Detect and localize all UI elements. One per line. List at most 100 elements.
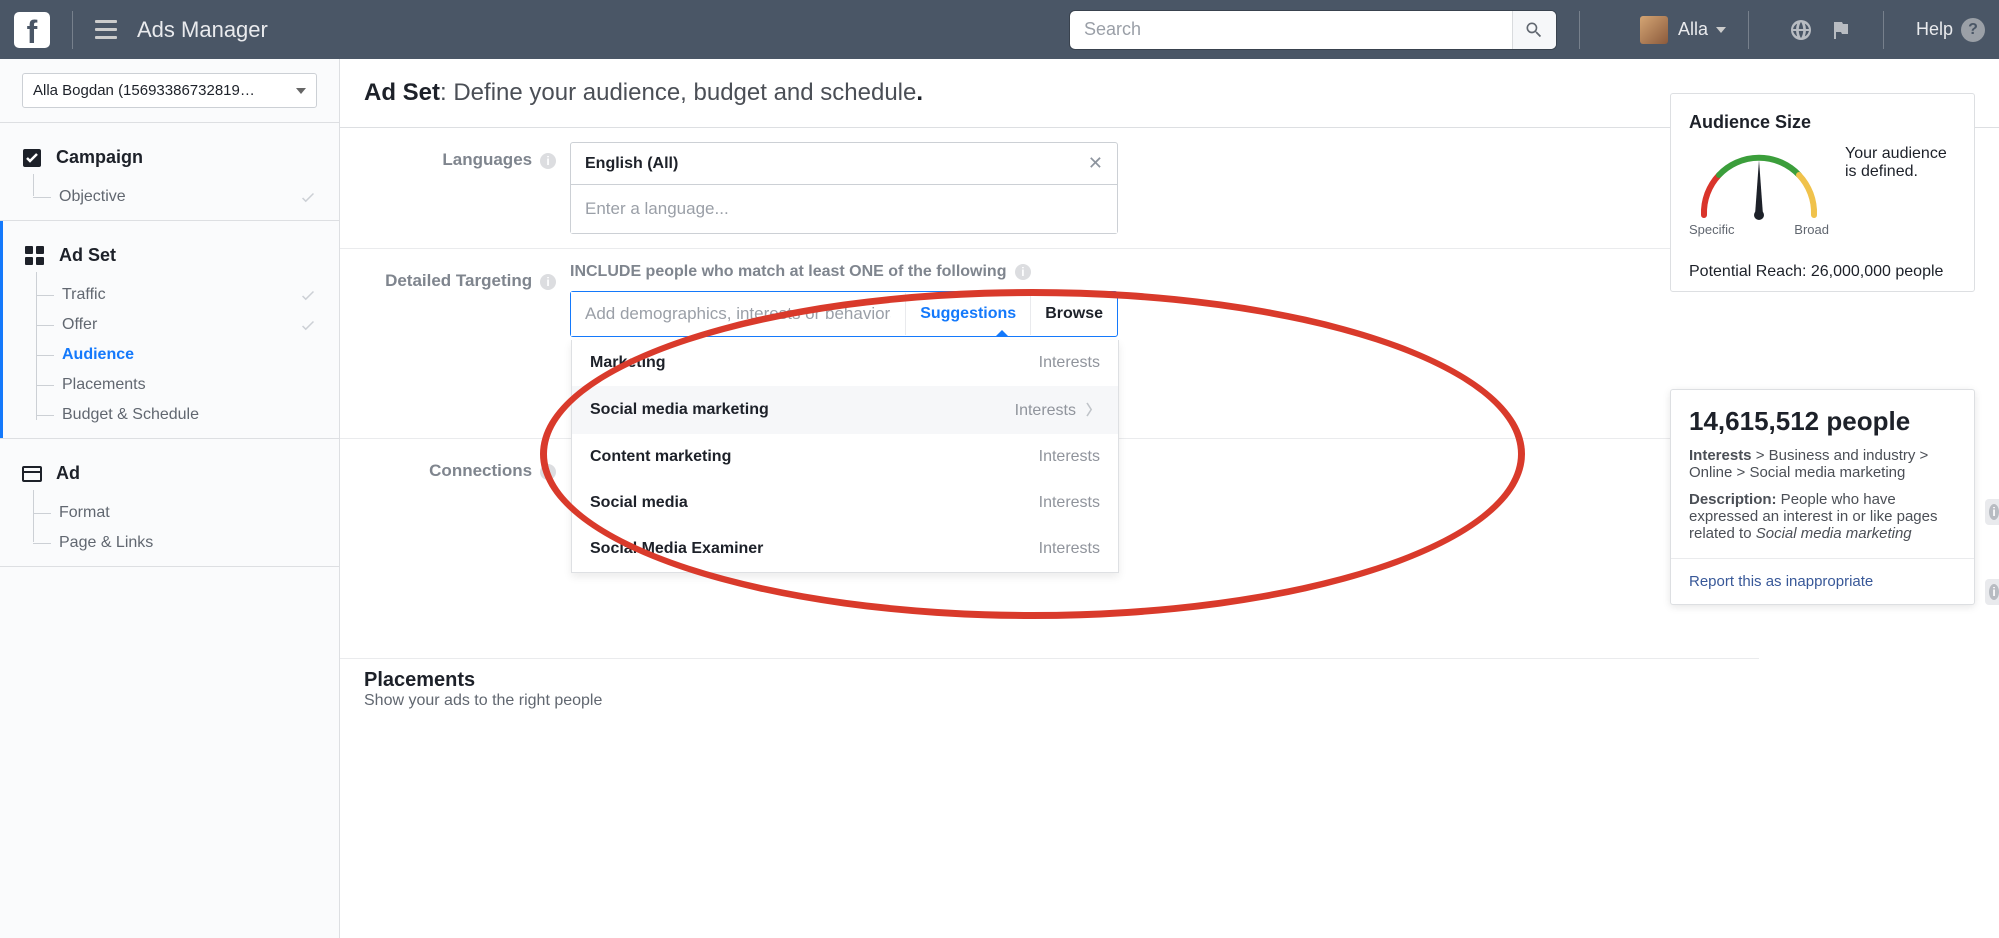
suggestion-category: Interests [1039,494,1100,512]
nav-item-format[interactable]: Format [33,498,339,528]
divider [1883,11,1884,49]
interest-count-suffix: people [1819,406,1910,436]
suggestion-label: Social media marketing [590,401,769,419]
suggestion-category: Interests [1039,448,1100,466]
include-text: INCLUDE people who match at least ONE of… [570,263,1006,280]
suggestion-label: Social Media Examiner [590,540,763,558]
tab-suggestions[interactable]: Suggestions [906,293,1030,335]
info-icon: i [1989,584,1999,600]
description-label: Description: [1689,491,1777,508]
language-input[interactable] [571,185,1117,233]
info-peg[interactable]: i [1985,499,1999,525]
globe-icon[interactable] [1789,18,1813,42]
suggestion-item[interactable]: Social mediaInterests [572,480,1118,526]
account-selector[interactable]: Alla Bogdan (15693386732819… [22,73,317,108]
nav-item-label: Budget & Schedule [62,406,199,424]
suggestion-item[interactable]: MarketingInterests [572,340,1118,386]
remove-chip-icon[interactable]: ✕ [1088,153,1103,174]
nav-item-placements[interactable]: Placements [36,370,339,400]
potential-reach-value: 26,000,000 people [1811,263,1944,280]
nav-adset[interactable]: Ad Set [3,239,339,272]
gauge-broad-label: Broad [1794,222,1829,237]
nav-item-label: Audience [62,346,134,364]
caret-down-icon [1716,27,1726,33]
language-chip-label: English (All) [585,155,678,173]
tab-browse[interactable]: Browse [1030,293,1117,335]
check-icon [299,188,317,206]
interests-label: Interests [1689,447,1752,464]
nav-item-label: Objective [59,188,126,206]
sidebar: Alla Bogdan (15693386732819… Campaign Ob… [0,59,340,938]
user-name: Alla [1678,19,1708,40]
audience-defined-text: Your audience is defined. [1845,145,1956,181]
header-rest: : Define your audience, budget and sched… [440,79,916,106]
audience-size-panel: Audience Size Specific Broad [1670,93,1975,292]
targeting-input[interactable] [571,292,905,336]
avatar [1640,16,1668,44]
caret-down-icon [296,88,306,94]
nav-item-budget-schedule[interactable]: Budget & Schedule [36,400,339,430]
nav-item-page-links[interactable]: Page & Links [33,528,339,558]
placements-title: Placements [364,669,1735,692]
caret-up-icon [995,330,1009,337]
suggestion-category: Interests [1015,402,1076,419]
search-box [1069,10,1557,50]
detailed-targeting-label: Detailed Targeting [385,271,532,290]
search-button[interactable] [1512,11,1556,49]
languages-label: Languages [442,150,532,169]
suggestion-item[interactable]: Content marketing Interests [572,434,1118,480]
suggestion-category: Interests [1039,540,1100,558]
header-bold: Ad Set [364,79,440,106]
connections-label: Connections [429,461,532,480]
user-menu[interactable]: Alla [1640,16,1726,44]
language-chip: English (All) ✕ [571,143,1117,185]
targeting-box: Suggestions Browse MarketingInterests [570,291,1118,337]
gauge-specific-label: Specific [1689,222,1735,237]
suggestion-label: Content marketing [590,448,731,466]
divider [72,11,73,49]
nav-item-label: Traffic [62,286,106,304]
suggestion-item[interactable]: Social media marketingInterests〉 [572,386,1118,434]
languages-box: English (All) ✕ [570,142,1118,234]
facebook-logo-icon[interactable]: f [14,12,50,48]
nav-ad-label: Ad [56,463,80,484]
nav-item-label: Placements [62,376,146,394]
help-label: Help [1916,19,1953,40]
campaign-check-icon [22,148,42,168]
info-icon[interactable]: i [1015,264,1031,280]
check-icon [299,286,317,304]
suggestion-item[interactable]: Social Media Examiner Interests [572,526,1118,572]
placements-subtitle: Show your ads to the right people [364,692,1735,710]
info-peg[interactable]: i [1985,579,1999,605]
nav-adset-label: Ad Set [59,245,116,266]
interest-count: 14,615,512 [1689,406,1819,436]
info-icon[interactable]: i [540,274,556,290]
gauge-icon [1689,145,1829,225]
main-content: Ad Set: Define your audience, budget and… [340,59,1999,938]
suggestion-label: Marketing [590,354,666,372]
description-italic: Social media marketing [1756,525,1912,542]
search-input[interactable] [1070,19,1512,40]
interest-details-popup: 14,615,512 people Interests > Business a… [1670,389,1975,605]
nav-ad[interactable]: Ad [0,457,339,490]
account-name: Alla Bogdan (15693386732819… [33,82,255,99]
suggestions-dropdown: MarketingInterests Social media marketin… [571,340,1119,573]
divider [1579,11,1580,49]
report-inappropriate-link[interactable]: Report this as inappropriate [1671,558,1974,604]
nav-item-traffic[interactable]: Traffic [36,280,339,310]
nav-item-label: Offer [62,316,97,334]
info-icon: i [1989,504,1999,520]
app-title: Ads Manager [137,17,268,43]
adset-icon [25,246,45,266]
hamburger-menu-icon[interactable] [95,20,117,39]
info-icon[interactable]: i [540,464,556,480]
divider [1748,11,1749,49]
info-icon[interactable]: i [540,153,556,169]
nav-campaign[interactable]: Campaign [0,141,339,174]
nav-item-offer[interactable]: Offer [36,310,339,340]
help-button[interactable]: Help ? [1916,18,1985,42]
ad-icon [22,464,42,484]
nav-item-audience[interactable]: Audience [36,340,339,370]
nav-item-objective[interactable]: Objective [33,182,339,212]
flag-icon[interactable] [1829,18,1853,42]
